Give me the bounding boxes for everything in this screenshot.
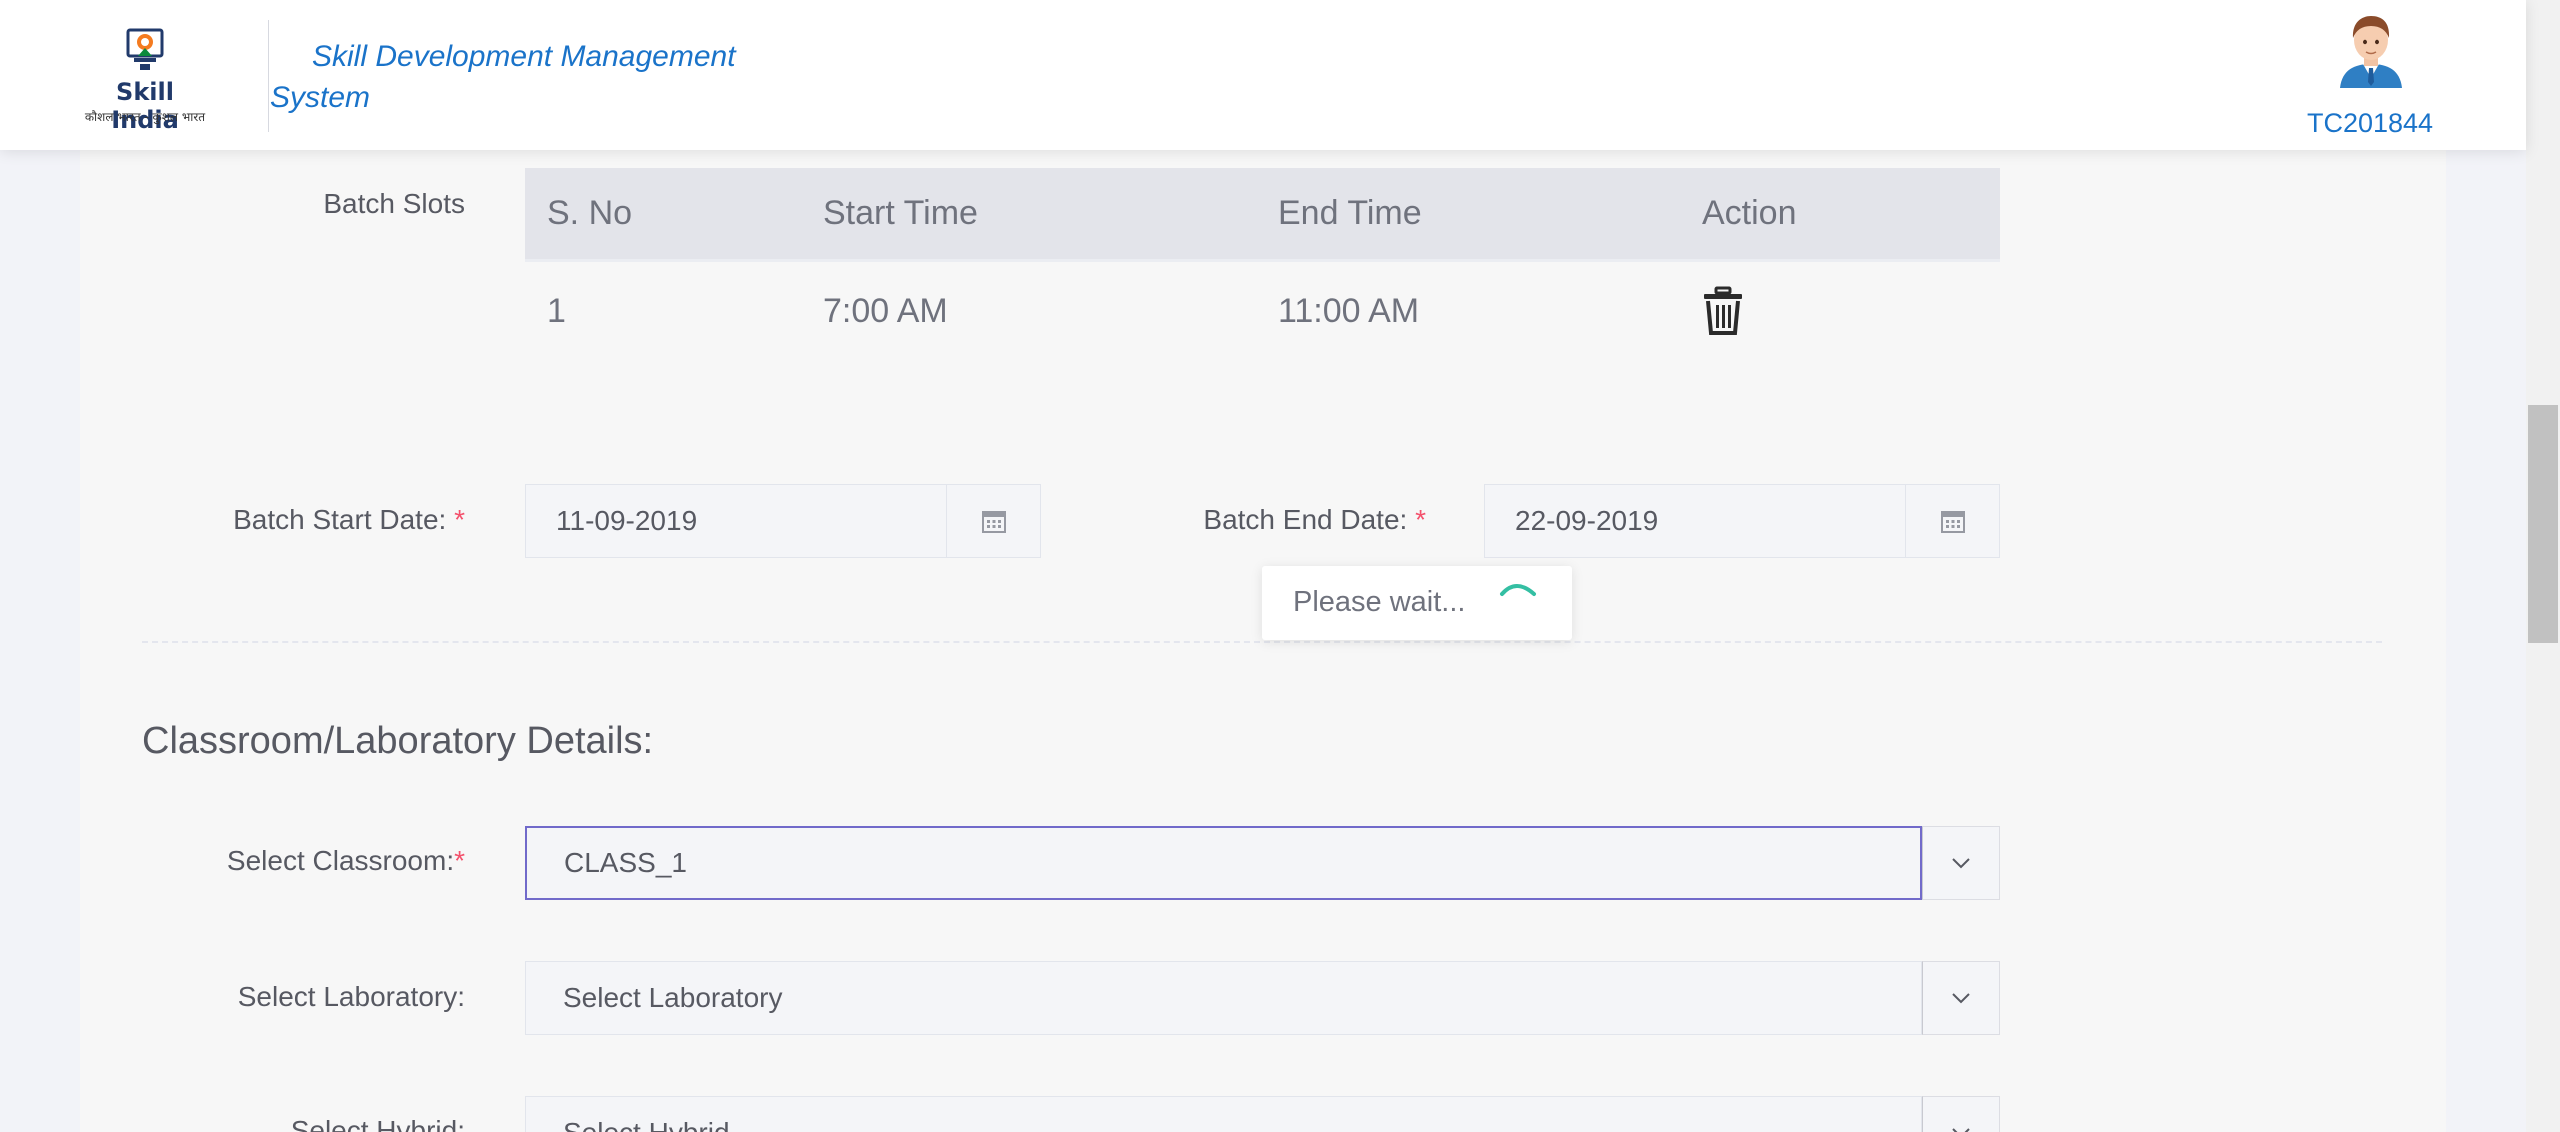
batch-start-date-input[interactable]: 11-09-2019: [525, 484, 947, 558]
batch-end-date-label: Batch End Date: *: [1203, 504, 1426, 535]
batch-slots-table: S. No Start Time End Time Action 1 7:00 …: [525, 168, 2000, 360]
brand-tagline: कौशल भारत - कुशल भारत: [84, 110, 206, 124]
table-header: S. No Start Time End Time Action: [525, 168, 2000, 262]
loading-spinner-icon: [1500, 584, 1536, 596]
column-header-start-time: Start Time: [823, 194, 978, 232]
classroom-select-value[interactable]: CLASS_1: [525, 826, 1922, 900]
calendar-icon: [1940, 511, 1965, 533]
batch-slots-label: Batch Slots: [323, 188, 465, 219]
classroom-dropdown-button[interactable]: [1922, 826, 2000, 900]
start-date-calendar-button[interactable]: [947, 484, 1041, 558]
classroom-section-title: Classroom/Laboratory Details:: [142, 720, 654, 762]
skill-india-emblem-icon: [126, 28, 164, 70]
row-start-time: 7:00 AM: [823, 291, 948, 330]
laboratory-select-value[interactable]: Select Laboratory: [525, 961, 1922, 1035]
batch-start-date-label: Batch Start Date: *: [233, 504, 465, 535]
required-marker: *: [454, 504, 465, 535]
batch-start-date-group: 11-09-2019: [525, 484, 1041, 558]
required-marker: *: [454, 845, 465, 876]
section-divider: [142, 641, 2382, 643]
end-date-calendar-button[interactable]: [1906, 484, 2000, 558]
column-header-action: Action: [1702, 194, 1797, 232]
brand-name: Skill India: [111, 78, 179, 134]
laboratory-select[interactable]: Select Laboratory: [525, 961, 2000, 1035]
header-divider: [268, 20, 269, 132]
app-title: Skill Development Management System: [270, 40, 736, 114]
column-header-end-time: End Time: [1278, 194, 1422, 232]
user-id[interactable]: TC201844: [2300, 108, 2440, 139]
required-marker: *: [1415, 504, 1426, 535]
select-laboratory-label: Select Laboratory:: [237, 981, 465, 1012]
trash-icon[interactable]: [1702, 286, 1744, 336]
scrollbar-thumb[interactable]: [2528, 405, 2558, 643]
calendar-icon: [981, 511, 1006, 533]
user-avatar-icon[interactable]: [2336, 12, 2406, 88]
hybrid-dropdown-button[interactable]: [1922, 1096, 2000, 1132]
classroom-select[interactable]: CLASS_1: [525, 826, 2000, 900]
select-classroom-label: Select Classroom:*: [226, 845, 465, 876]
column-header-sno: S. No: [547, 194, 633, 232]
select-hybrid-label: Select Hybrid:: [290, 1115, 465, 1132]
row-sno: 1: [547, 291, 566, 330]
hybrid-select[interactable]: Select Hybrid: [525, 1096, 2000, 1132]
batch-end-date-group: 22-09-2019: [1484, 484, 2000, 558]
row-end-time: 11:00 AM: [1278, 291, 1420, 330]
loading-popup: Please wait...: [1262, 566, 1572, 640]
chevron-down-icon: [1952, 858, 1970, 869]
laboratory-dropdown-button[interactable]: [1922, 961, 2000, 1035]
loading-text: Please wait...: [1293, 586, 1466, 618]
chevron-down-icon: [1952, 993, 1970, 1004]
table-row: 1 7:00 AM 11:00 AM: [525, 262, 2000, 360]
chevron-down-icon: [1952, 1128, 1970, 1132]
batch-end-date-input[interactable]: 22-09-2019: [1484, 484, 1906, 558]
skill-india-logo[interactable]: Skill India कौशल भारत - कुशल भारत: [80, 24, 210, 134]
top-header: Skill India कौशल भारत - कुशल भारत Skill …: [0, 0, 2526, 150]
hybrid-select-value[interactable]: Select Hybrid: [525, 1096, 1922, 1132]
row-action: [1702, 262, 1744, 360]
